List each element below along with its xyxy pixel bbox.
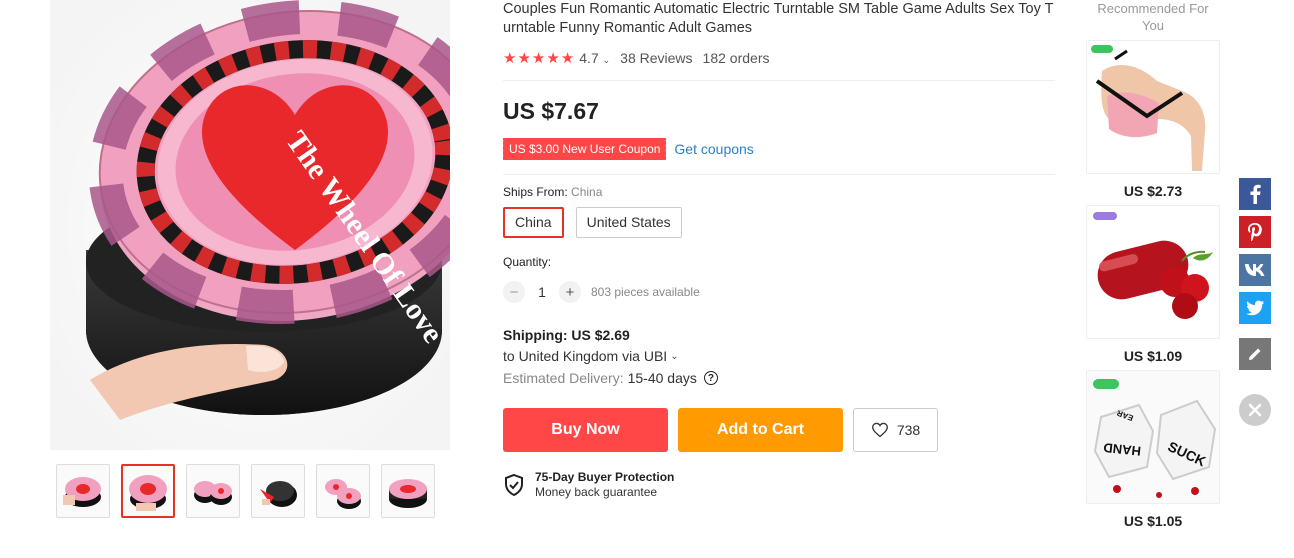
quantity-input[interactable]: 1 — [525, 284, 559, 300]
help-icon[interactable]: ? — [703, 371, 718, 385]
divider — [503, 80, 1055, 81]
chevron-down-icon: ⌄ — [602, 55, 611, 65]
facebook-share-button[interactable] — [1239, 178, 1271, 210]
quantity-stepper: − 1 + 803 pieces available — [503, 281, 1055, 303]
shield-check-icon — [505, 473, 523, 497]
ships-from-options: China United States — [503, 207, 1055, 238]
twitter-icon — [1246, 300, 1265, 315]
add-to-cart-button[interactable]: Add to Cart — [678, 408, 843, 452]
thumbnail[interactable] — [381, 464, 435, 518]
rating-row: ★ ★ ★ ★ ★ 4.7 ⌄ 38 Reviews 182 orders — [503, 48, 1055, 68]
ship-option-united-states[interactable]: United States — [575, 207, 682, 238]
product-image: HAND SUCK EAR — [1087, 371, 1219, 503]
star-icon: ★ — [560, 49, 575, 67]
pinterest-share-button[interactable] — [1239, 216, 1271, 248]
thumbnail[interactable] — [316, 464, 370, 518]
heart-icon — [871, 422, 888, 438]
delivery-label: Estimated Delivery: — [503, 370, 624, 386]
recommended-item[interactable]: US $1.09 — [1086, 205, 1220, 364]
reviews-link[interactable]: 38 Reviews — [620, 50, 692, 66]
thumbnail-image — [325, 479, 361, 509]
protection-subtitle: Money back guarantee — [535, 485, 658, 499]
thumbnail-image — [260, 481, 297, 507]
product-page: The Wheel Of Love Couples Fun Romantic A… — [0, 0, 1294, 558]
thumbnail[interactable] — [251, 464, 305, 518]
ship-to-text: to United Kingdom via UBI — [503, 348, 668, 364]
recommended-item[interactable]: US $2.73 — [1086, 40, 1220, 199]
rating-dropdown[interactable]: 4.7 ⌄ — [579, 50, 610, 66]
twitter-share-button[interactable] — [1239, 292, 1271, 324]
quantity-decrease-button[interactable]: − — [503, 281, 525, 303]
thumbnail-image — [194, 481, 232, 505]
thumbnail-image — [389, 479, 427, 508]
divider — [503, 174, 1055, 175]
recommended-item-image[interactable] — [1086, 205, 1220, 339]
estimated-delivery: Estimated Delivery: 15-40 days ? — [503, 370, 1055, 386]
thumbnail[interactable] — [186, 464, 240, 518]
close-button[interactable] — [1239, 394, 1271, 426]
thumbnail[interactable] — [56, 464, 110, 518]
recommended-panel: Recommended For You US $2.73 US $1.09 HA… — [1086, 0, 1220, 529]
vk-share-button[interactable] — [1239, 254, 1271, 286]
quantity-label: Quantity: — [503, 255, 552, 269]
new-user-coupon-badge: US $3.00 New User Coupon — [500, 138, 667, 160]
ship-option-china[interactable]: China — [503, 207, 564, 238]
product-title: Couples Fun Romantic Automatic Electric … — [503, 1, 1054, 36]
rating-value: 4.7 — [579, 50, 599, 66]
delivery-days: 15-40 days — [627, 370, 697, 386]
thumbnail-active[interactable] — [121, 464, 175, 518]
protection-text: 75-Day Buyer Protection Money back guara… — [535, 470, 674, 500]
product-image — [1087, 41, 1219, 173]
recommended-title: Recommended For You — [1097, 1, 1209, 33]
available-stock: 803 pieces available — [591, 285, 700, 299]
facebook-icon — [1250, 184, 1261, 204]
main-product-image[interactable]: The Wheel Of Love — [50, 0, 450, 450]
wishlist-count: 738 — [896, 422, 921, 438]
recommended-item-price: US $1.09 — [1123, 348, 1183, 364]
turntable-illustration: The Wheel Of Love — [50, 0, 450, 450]
share-bar — [1239, 178, 1271, 370]
coupon-row: US $3.00 New User Coupon Get coupons — [500, 137, 1055, 161]
ships-from-label: Ships From: China — [503, 185, 1055, 199]
star-icon: ★ — [546, 49, 560, 67]
star-icon: ★ — [503, 49, 517, 67]
orders-count: 182 orders — [702, 50, 770, 66]
thumbnail-image — [63, 477, 101, 507]
thumbnail-image — [129, 475, 167, 511]
purchase-actions: Buy Now Add to Cart 738 — [503, 408, 1055, 452]
recommended-item[interactable]: HAND SUCK EAR US $1.05 — [1086, 370, 1220, 529]
shipping-destination[interactable]: to United Kingdom via UBI ⌄ — [503, 348, 1055, 364]
recommended-item-price: US $1.05 — [1123, 513, 1183, 529]
recommended-item-price: US $2.73 — [1123, 183, 1183, 199]
pencil-icon — [1249, 348, 1261, 360]
thumbnail-strip — [56, 464, 435, 518]
wishlist-button[interactable]: 738 — [853, 408, 938, 452]
star-rating: ★ ★ ★ ★ ★ — [503, 51, 574, 66]
quantity-increase-button[interactable]: + — [559, 281, 581, 303]
close-icon — [1248, 403, 1262, 417]
protection-title: 75-Day Buyer Protection — [535, 470, 675, 484]
product-price: US $7.67 — [503, 98, 599, 124]
pinterest-icon — [1248, 223, 1262, 241]
ships-from-text: Ships From: — [503, 185, 568, 199]
recommended-item-image[interactable] — [1086, 40, 1220, 174]
vk-icon — [1245, 264, 1265, 276]
product-info: Couples Fun Romantic Automatic Electric … — [500, 0, 1055, 500]
shipping-cost: Shipping: US $2.69 — [503, 327, 630, 343]
star-icon: ★ — [531, 49, 546, 67]
star-icon: ★ — [517, 49, 531, 67]
ships-from-value: China — [571, 185, 603, 199]
edit-button[interactable] — [1239, 338, 1271, 370]
recommended-item-image[interactable]: HAND SUCK EAR — [1086, 370, 1220, 504]
product-image — [1087, 206, 1219, 338]
buyer-protection: 75-Day Buyer Protection Money back guara… — [503, 470, 1055, 500]
buy-now-button[interactable]: Buy Now — [503, 408, 668, 452]
get-coupons-link[interactable]: Get coupons — [674, 141, 753, 157]
chevron-down-icon: ⌄ — [670, 350, 679, 362]
